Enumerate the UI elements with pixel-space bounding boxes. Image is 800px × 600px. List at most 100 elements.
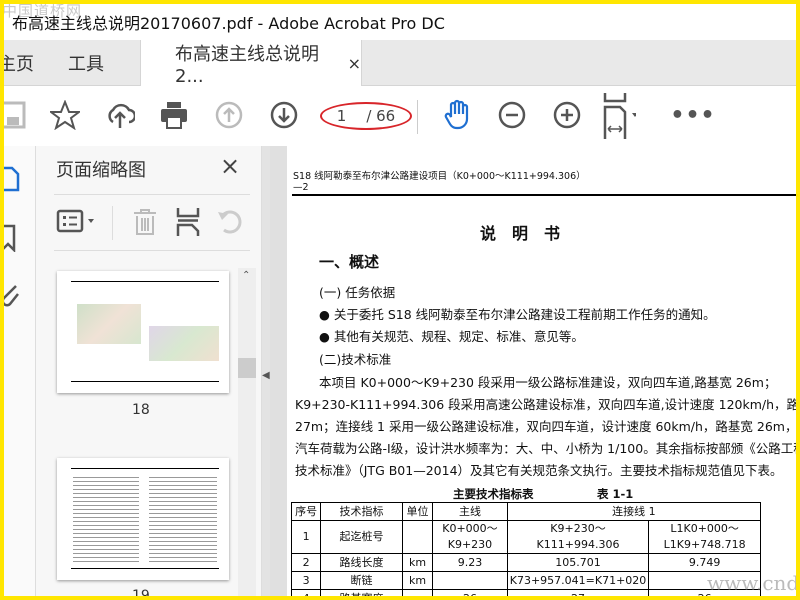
hand-tool-icon[interactable] [441, 98, 475, 132]
table-cell [401, 520, 434, 554]
panel-close-icon[interactable]: × [220, 152, 240, 180]
divider [54, 250, 250, 251]
more-icon[interactable]: ••• [670, 98, 714, 132]
section-heading: 一、概述 [319, 253, 380, 271]
table-cell: 起迄桩号 [320, 520, 403, 554]
column-header: 单位 [401, 502, 434, 521]
thumbnail-scrollbar[interactable]: ⌃ [238, 268, 256, 596]
toolbar-divider [417, 100, 418, 134]
table-number: 表 1-1 [597, 487, 634, 501]
table-cell: 27 [506, 589, 650, 596]
bullet-text: 其他有关规范、规程、规定、标准、意见等。 [333, 329, 584, 344]
table-row: 2 路线长度 km 9.23 105.701 9.749 [290, 553, 761, 572]
column-header: 序号 [290, 502, 322, 521]
save-icon[interactable] [4, 98, 30, 132]
table-cell: K73+957.041=K71+020 [506, 571, 650, 590]
table-row: 1 起迄桩号 K0+000～ K9+230 K9+230～ K111+994.306 L… [290, 520, 761, 554]
divider [54, 194, 250, 195]
table-cell: 105.701 [506, 553, 650, 572]
insert-page-icon[interactable] [176, 208, 200, 240]
table-cell: 9.23 [432, 553, 508, 572]
scroll-up-icon[interactable]: ⌃ [242, 270, 250, 281]
navigation-rail [4, 146, 36, 596]
bookmark-icon[interactable] [4, 224, 18, 256]
rotate-page-icon[interactable] [216, 208, 244, 240]
table-cell: 26 [432, 589, 508, 596]
table-cell: 断链 [320, 571, 403, 590]
acrobat-window: 中国道桥网 布高速主线总说明20170607.pdf - Adobe Acrob… [4, 4, 796, 596]
tab-document[interactable]: 布高速主线总说明2... × [140, 40, 362, 87]
page-thumbnails-icon[interactable] [4, 166, 20, 196]
table-row: 4路基宽度m262726 [290, 589, 761, 596]
table-cell: 2 [290, 553, 322, 572]
thumbnail-label: 19 [132, 588, 150, 596]
print-icon[interactable] [157, 98, 191, 132]
thumbnail-label: 18 [132, 402, 150, 418]
page-number-field[interactable]: 1 / 66 [320, 102, 412, 130]
bullet-item: ● 其他有关规范、规程、规定、标准、意见等。 [319, 329, 584, 344]
column-header: 主线 [432, 502, 508, 521]
table-cell: 路线长度 [320, 553, 403, 572]
bullet-text: 关于委托 S18 线阿勒泰至布尔津公路建设工程前期工作任务的通知。 [333, 307, 716, 322]
paragraph-line: 汽车荷载为公路-Ⅰ级，设计洪水频率为：大、中、小桥为 1/100。其余指标按部颁… [295, 441, 796, 456]
thumbnail-options-icon[interactable] [56, 208, 100, 238]
thumbnail-page-18[interactable] [57, 271, 229, 393]
current-page-input[interactable]: 1 [337, 107, 347, 125]
paragraph-line: 27m；连接线 1 采用一级公路建设标准，双向四车道，设计速度 60km/h，路… [295, 419, 796, 434]
table-cell: 路基宽度 [320, 589, 403, 596]
table-cell: 3 [290, 571, 322, 590]
table-caption: 主要技术指标表 [453, 487, 534, 501]
subsection-heading: (一) 任务依据 [319, 285, 396, 300]
paragraph-line: K9+230-K111+994.306 段采用高速公路建设标准，双向四车道,设计… [295, 397, 796, 412]
star-icon[interactable] [48, 98, 82, 132]
zoom-out-icon[interactable] [495, 98, 529, 132]
tab-tools[interactable]: 工具 [68, 40, 104, 86]
tab-bar: 主页 工具 布高速主线总说明2... × [4, 40, 796, 87]
tab-document-label: 布高速主线总说明2... [175, 44, 319, 87]
collapse-panel-icon[interactable]: ◀ [262, 370, 270, 381]
attachment-icon[interactable] [4, 282, 20, 314]
table-cell: 4 [290, 589, 322, 596]
tab-close-icon[interactable]: × [348, 54, 361, 73]
technical-indicators-table: 序号 技术指标 单位 主线 连接线 1 1 起迄桩号 K0+000～ K9+230 K… [290, 502, 762, 596]
table-cell: 1 [290, 520, 322, 554]
table-cell: km [401, 553, 434, 572]
thumbnail-page-19[interactable] [57, 458, 229, 580]
table-cell: km [401, 571, 434, 590]
header-rule [292, 194, 796, 196]
total-pages: / 66 [366, 107, 396, 125]
page-header: S18 线阿勒泰至布尔津公路建设项目（K0+000～K111+994.306） [293, 171, 586, 182]
prev-page-icon[interactable] [212, 98, 246, 132]
scrollbar-thumb[interactable] [238, 358, 256, 378]
bullet-item: ● 关于委托 S18 线阿勒泰至布尔津公路建设工程前期工作任务的通知。 [319, 307, 716, 322]
table-cell: m [401, 589, 434, 596]
panel-splitter[interactable]: ◀ [262, 146, 270, 596]
paragraph-line: 技术标准》（JTG B01—2014）及其它有关规范条文执行。主要技术指标规范值… [295, 463, 783, 478]
column-header: 技术指标 [320, 502, 403, 521]
next-page-icon[interactable] [267, 98, 301, 132]
paragraph: 本项目 K0+000～K9+230 段采用一级公路标准建设，双向四车道,路基宽 … [295, 372, 796, 482]
subsection-heading: (二)技术标准 [319, 352, 392, 367]
divider [112, 206, 113, 240]
panel-title: 页面缩略图 [56, 160, 146, 181]
zoom-in-icon[interactable] [550, 98, 584, 132]
table-cell: K9+230～ K111+994.306 [506, 520, 650, 554]
table-cell [432, 571, 508, 590]
pdf-page: S18 线阿勒泰至布尔津公路建设项目（K0+000～K111+994.306） … [287, 146, 796, 596]
window-title: 布高速主线总说明20170607.pdf - Adobe Acrobat Pro… [12, 14, 445, 33]
watermark-text: www.cndao.com [707, 571, 796, 595]
table-row: 3 断链 km K73+957.041=K71+020 [290, 571, 761, 590]
table-cell: K0+000～ K9+230 [432, 520, 508, 554]
toolbar: 1 / 66 ••• [4, 86, 796, 146]
delete-page-icon[interactable] [132, 208, 158, 240]
table-cell: L1K0+000～ L1K9+748.718 [648, 520, 761, 554]
document-title: 说 明 书 [480, 224, 561, 243]
paragraph-line: 本项目 K0+000～K9+230 段采用一级公路标准建设，双向四车道,路基宽 … [319, 375, 777, 390]
fit-page-icon[interactable] [602, 92, 636, 140]
column-header: 连接线 1 [506, 502, 762, 521]
page-thumbnails-panel: 页面缩略图 × 18 19 ⌃ [36, 146, 262, 596]
upload-cloud-icon[interactable] [103, 98, 137, 132]
tab-home[interactable]: 主页 [4, 40, 34, 86]
table-header-row: 序号 技术指标 单位 主线 连接线 1 [290, 502, 762, 521]
page-header-suffix: —2 [293, 182, 309, 193]
